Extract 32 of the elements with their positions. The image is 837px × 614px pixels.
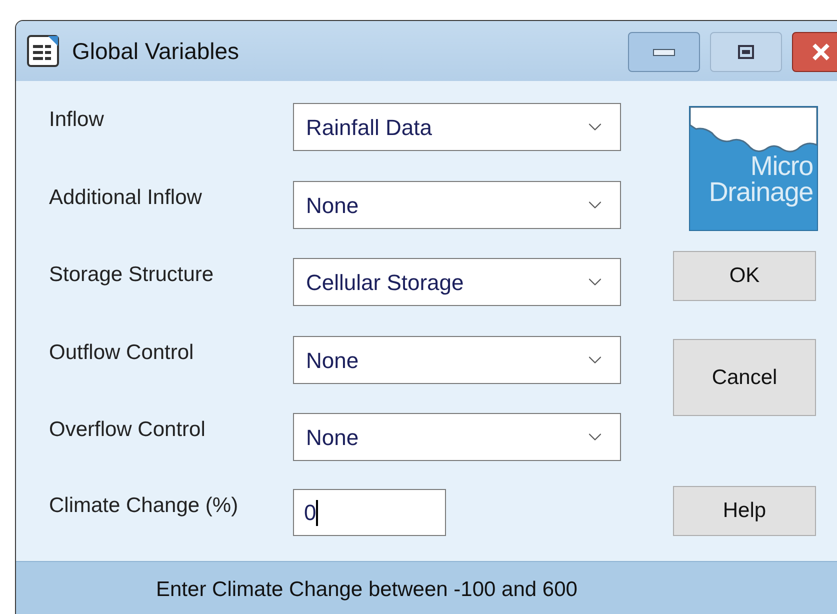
field-label: Additional Inflow bbox=[49, 185, 203, 212]
field-label: Inflow bbox=[49, 107, 105, 134]
dropdown-value: Cellular Storage bbox=[306, 268, 464, 297]
dropdown-value: None bbox=[306, 192, 359, 220]
field-label: Storage Structure bbox=[49, 262, 215, 288]
restore-icon bbox=[738, 45, 754, 59]
logo-text: Micro bbox=[750, 153, 813, 179]
close-icon bbox=[811, 43, 831, 61]
field-label: Overflow Control bbox=[49, 417, 206, 444]
field-label: Climate Change (%) bbox=[49, 492, 240, 519]
dropdown[interactable]: None bbox=[293, 336, 621, 384]
close-button[interactable] bbox=[792, 32, 837, 72]
input-value: 0 bbox=[304, 499, 316, 527]
dropdown-value: Rainfall Data bbox=[306, 114, 432, 142]
dropdown[interactable]: None bbox=[293, 413, 621, 461]
dropdown-value: None bbox=[306, 346, 359, 374]
minimize-button[interactable] bbox=[628, 32, 700, 72]
input-field[interactable]: 0 bbox=[293, 489, 446, 536]
dialog-button[interactable]: OK bbox=[673, 251, 816, 301]
field-label: Outflow Control bbox=[49, 340, 195, 366]
dropdown[interactable]: Rainfall Data bbox=[293, 103, 621, 151]
window-title: Global Variables bbox=[72, 36, 240, 66]
status-text: Enter Climate Change between -100 and 600 bbox=[156, 577, 578, 603]
minimize-icon bbox=[653, 48, 675, 56]
dropdown[interactable]: None bbox=[293, 181, 621, 229]
dropdown[interactable]: Cellular Storage bbox=[293, 258, 621, 306]
dropdown-value: None bbox=[306, 424, 359, 452]
maximize-button[interactable] bbox=[710, 32, 782, 72]
table-icon bbox=[26, 34, 60, 68]
dialog-button[interactable]: Cancel bbox=[673, 339, 816, 416]
dialog-button[interactable]: Help bbox=[673, 486, 816, 536]
logo-text: Drainage bbox=[708, 179, 813, 205]
